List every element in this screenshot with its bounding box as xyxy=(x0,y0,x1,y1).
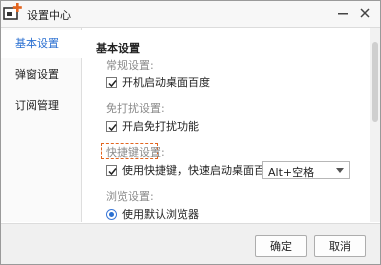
check-icon xyxy=(108,79,117,87)
sidebar-item-popup-settings[interactable]: 弹窗设置 xyxy=(1,61,81,89)
sidebar-item-label: 订阅管理 xyxy=(15,99,59,112)
hotkey-option-label: 使用快捷键，快速启动桌面百度 xyxy=(122,164,276,177)
nodisturb-option-label: 开启免打扰功能 xyxy=(122,120,199,133)
section-title: 基本设置 xyxy=(96,42,140,55)
nodisturb-option[interactable]: 开启免打扰功能 xyxy=(106,118,199,134)
startup-option[interactable]: 开机启动桌面百度 xyxy=(106,74,210,90)
startup-checkbox[interactable] xyxy=(106,76,117,88)
sidebar-item-label: 弹窗设置 xyxy=(15,68,59,81)
scrollbar[interactable] xyxy=(370,28,380,222)
startup-option-label: 开机启动桌面百度 xyxy=(122,76,210,89)
close-icon[interactable] xyxy=(356,4,374,22)
nodisturb-checkbox[interactable] xyxy=(106,120,117,132)
sidebar-item-basic-settings[interactable]: 基本设置 xyxy=(1,30,82,58)
cancel-button[interactable]: 取消 xyxy=(314,235,366,257)
settings-content: 基本设置 常规设置: 开机启动桌面百度 免打扰设置: 开启免打扰功能 快捷键设置… xyxy=(82,28,370,222)
app-logo-icon xyxy=(3,3,22,20)
title-bar: 设置中心 xyxy=(1,1,380,28)
browser-option-label: 使用默认浏览器 xyxy=(122,208,199,221)
browser-group-label: 浏览设置: xyxy=(106,190,154,203)
sidebar-item-subscription[interactable]: 订阅管理 xyxy=(1,92,81,120)
browser-option[interactable]: 使用默认浏览器 xyxy=(106,206,199,222)
minimize-icon[interactable] xyxy=(334,4,352,22)
hotkey-group-label: 快捷键设置: xyxy=(106,146,165,159)
settings-window: 设置中心 基本设置 弹窗设置 订阅管理 基本设置 常规设置: 开机启动桌面百度 … xyxy=(0,0,381,265)
ok-button[interactable]: 确定 xyxy=(255,235,307,257)
hotkey-dropdown[interactable]: Alt+空格 xyxy=(262,161,350,179)
sidebar-item-label: 基本设置 xyxy=(15,37,59,50)
chevron-down-icon xyxy=(336,168,344,173)
hotkey-checkbox[interactable] xyxy=(106,164,117,176)
window-title: 设置中心 xyxy=(27,9,71,22)
check-icon xyxy=(108,167,117,175)
default-browser-radio[interactable] xyxy=(106,208,117,220)
check-icon xyxy=(108,123,117,131)
nodisturb-group-label: 免打扰设置: xyxy=(106,102,165,115)
scroll-thumb[interactable] xyxy=(372,42,378,122)
footer-bar: 确定 取消 xyxy=(1,223,380,264)
sidebar: 基本设置 弹窗设置 订阅管理 xyxy=(1,28,82,222)
hotkey-option[interactable]: 使用快捷键，快速启动桌面百度 xyxy=(106,162,276,178)
startup-group-label: 常规设置: xyxy=(106,59,154,72)
hotkey-value: Alt+空格 xyxy=(268,166,315,179)
